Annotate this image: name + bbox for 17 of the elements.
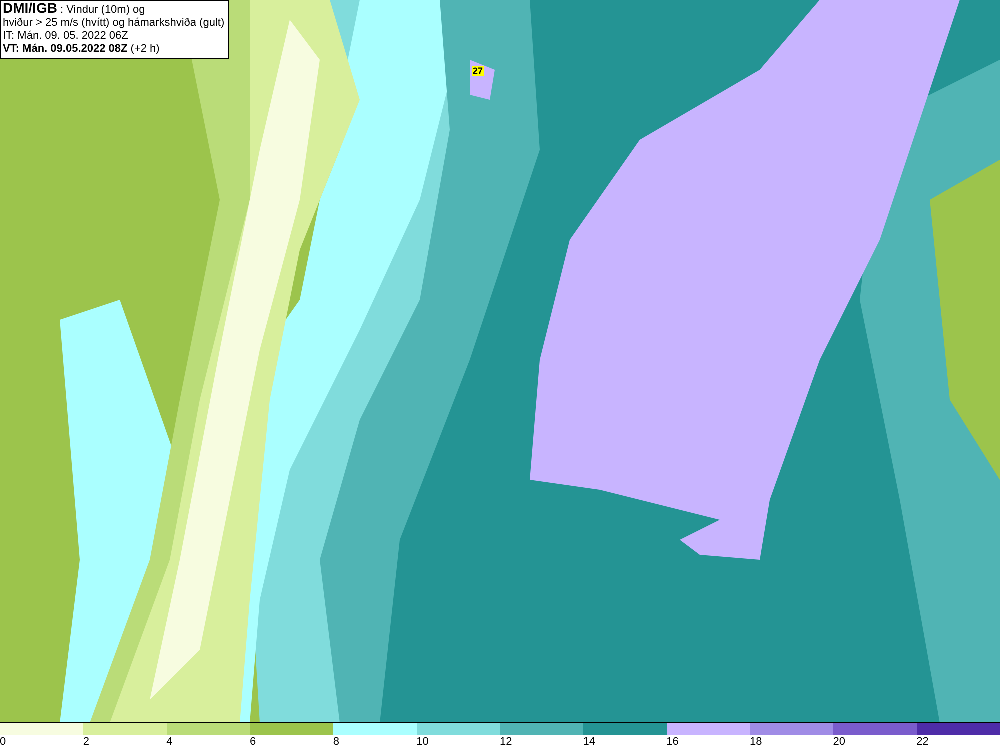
legend-label: 4 [166,735,173,750]
valid-time: VT: Mán. 09.05.2022 08Z (+2 h) [3,43,161,56]
map-subtitle: hviður > 25 m/s (hvítt) og hámarkshviða (gult) [3,17,225,30]
legend-label: 0 [0,735,6,750]
legend-label: 12 [498,735,512,750]
legend-label: 14 [582,735,596,750]
legend-label: 10 [416,735,429,750]
legend-label: 6 [248,735,256,750]
legend-label: 8 [332,735,340,750]
legend-label: 2 [82,735,90,750]
issue-time: IT: Mán. 09. 05. 2022 06Z [3,30,130,43]
legend-label: 20 [832,735,846,750]
legend-label: 16 [666,735,679,750]
max-gust-label: 27 [472,66,484,76]
legend-label: 22 [916,735,929,750]
legend-label: 18 [748,735,762,750]
map-title: DMI/IGB : Vindur (10m) og [3,2,146,17]
